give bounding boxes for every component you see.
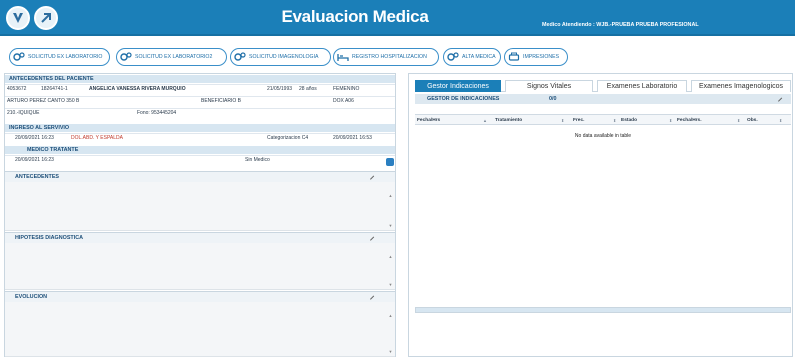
scroll-up-icon[interactable]: ▲ xyxy=(388,255,393,259)
col-fecha[interactable]: Fecha/Hrs xyxy=(417,118,440,123)
lab-request-2-label: SOLICITUD EX LABORATORIO2 xyxy=(135,54,213,60)
patient-name: ANGELICA VANESSA RIVERA MURQUIO xyxy=(89,86,186,92)
sort-icon[interactable]: ⬍ xyxy=(613,118,616,123)
hipotesis-panel: HIPOTESIS DIAGNOSTICA ▲ ▼ xyxy=(5,232,395,290)
patient-row-1: 4053672 18264741-1 ANGELICA VANESSA RIVE… xyxy=(5,84,395,94)
scroll-down-icon[interactable]: ▼ xyxy=(388,350,393,354)
gears-icon xyxy=(447,52,459,61)
hospital-logo-icon xyxy=(34,6,58,30)
sort-icon[interactable]: ⬍ xyxy=(779,118,782,123)
orders-count: 0/0 xyxy=(549,96,557,102)
imaging-request-label: SOLICITUD IMAGENOLOGIA xyxy=(249,54,319,60)
hipotesis-header: HIPOTESIS DIAGNOSTICA xyxy=(5,233,395,243)
sort-icon[interactable]: ⬍ xyxy=(669,118,672,123)
pencil-icon[interactable] xyxy=(369,174,375,180)
patient-sex: FEMENINO xyxy=(333,86,360,92)
antecedentes-header: ANTECEDENTES xyxy=(5,172,395,182)
admission-header: INGRESO AL SERVIVIO xyxy=(5,124,395,132)
hipotesis-title: HIPOTESIS DIAGNOSTICA xyxy=(15,235,83,241)
print-label: IMPRESIONES xyxy=(523,54,560,60)
top-header: Evaluacion Medica Medico Atendiendo : WJ… xyxy=(0,0,795,36)
evolucion-scrollbar[interactable]: ▲ ▼ xyxy=(388,314,393,354)
tab-examenes-laboratorio[interactable]: Examenes Laboratorio xyxy=(597,80,687,92)
col-estado[interactable]: Estado xyxy=(621,118,637,123)
patient-row-3: 210.-IQUIQUE Fono: 953445204 xyxy=(5,108,395,118)
pencil-icon[interactable] xyxy=(369,294,375,300)
patient-city: 210.-IQUIQUE xyxy=(7,110,40,116)
tab-examenes-imagenologicos[interactable]: Examenes Imagenologicos xyxy=(691,80,791,92)
lab-request-button[interactable]: SOLICITUD EX LABORATORIO xyxy=(9,48,110,66)
sort-icon[interactable]: ⬍ xyxy=(561,118,564,123)
orders-manager-header: GESTOR DE INDICACIONES 0/0 xyxy=(415,94,791,104)
gears-icon xyxy=(13,52,25,61)
physician-name: Sin Medico xyxy=(245,157,270,163)
evolucion-title: EVOLUCION xyxy=(15,294,48,300)
patient-phone: Fono: 953445204 xyxy=(137,110,177,116)
admission-row: 20/09/2021 16:23 DOL.ABD. Y ESPALDA Cate… xyxy=(5,133,395,143)
admission-date: 20/09/2021 16:23 xyxy=(15,135,54,141)
patient-row-2: ARTURO PEREZ CANTO 350 B BENEFICIARIO B … xyxy=(5,96,395,106)
triage-category: Categorizacion C4 xyxy=(267,135,309,141)
hospitalization-label: REGISTRO HOSPITALIZACION xyxy=(352,54,427,60)
orders-table-header: Fecha/Hrs ▲ Tratamiento ⬍ Frec. ⬍ Estado… xyxy=(415,114,791,125)
hospitalization-button[interactable]: REGISTRO HOSPITALIZACION xyxy=(333,48,439,66)
discharge-button[interactable]: ALTA MEDICA xyxy=(443,48,501,66)
orders-manager-title: GESTOR DE INDICACIONES xyxy=(427,96,500,102)
triage-date: 20/09/2021 16:53 xyxy=(333,135,372,141)
attending-doctor-label: Medico Atendiendo : WJB.-PRUEBA PRUEBA P… xyxy=(542,22,699,28)
evolucion-textarea[interactable]: ▲ ▼ xyxy=(5,302,395,357)
discharge-label: ALTA MEDICA xyxy=(462,54,496,60)
attending-physician-header: MEDICO TRATANTE xyxy=(5,146,395,154)
table-footer xyxy=(415,307,791,313)
col-fecha-hrs[interactable]: Fecha/Hrs. xyxy=(677,118,702,123)
patient-id: 4053672 xyxy=(7,86,27,92)
antecedentes-panel: ANTECEDENTES ▲ ▼ xyxy=(5,171,395,231)
pencil-icon[interactable] xyxy=(369,235,375,241)
col-frecuencia[interactable]: Frec. xyxy=(573,118,584,123)
patient-birthdate: 21/05/1993 xyxy=(267,86,293,92)
orders-tabs: Gestor Indicaciones Signos Vitales Exame… xyxy=(415,80,791,92)
physician-date: 20/09/2021 16:23 xyxy=(15,157,54,163)
patient-box: DOX A06 xyxy=(333,98,354,104)
orders-panel: Gestor Indicaciones Signos Vitales Exame… xyxy=(408,73,793,357)
evolucion-panel: EVOLUCION ▲ ▼ xyxy=(5,291,395,357)
bed-icon xyxy=(337,54,349,61)
attending-physician-row: 20/09/2021 16:23 Sin Medico xyxy=(5,155,395,165)
pencil-icon[interactable] xyxy=(777,96,783,102)
patient-history-header: ANTECEDENTES DEL PACIENTE xyxy=(5,75,395,83)
scroll-up-icon[interactable]: ▲ xyxy=(388,194,393,198)
institution-logo-icon xyxy=(6,6,30,30)
col-obs[interactable]: Obs. xyxy=(747,118,758,123)
hipotesis-scrollbar[interactable]: ▲ ▼ xyxy=(388,255,393,287)
patient-address: ARTURO PEREZ CANTO 350 B xyxy=(7,98,80,104)
gears-icon xyxy=(120,52,132,61)
scroll-down-icon[interactable]: ▼ xyxy=(388,224,393,228)
col-tratamiento[interactable]: Tratamiento xyxy=(495,118,522,123)
antecedentes-scrollbar[interactable]: ▲ ▼ xyxy=(388,194,393,228)
patient-rut: 18264741-1 xyxy=(41,86,68,92)
sort-icon[interactable]: ⬍ xyxy=(737,118,740,123)
antecedentes-textarea[interactable]: ▲ ▼ xyxy=(5,182,395,231)
page-title: Evaluacion Medica xyxy=(281,7,429,26)
gears-icon xyxy=(234,52,246,61)
antecedentes-title: ANTECEDENTES xyxy=(15,174,60,180)
imaging-request-button[interactable]: SOLICITUD IMAGENOLOGIA xyxy=(230,48,331,66)
tab-signos-vitales[interactable]: Signos Vitales xyxy=(505,80,593,92)
patient-age: 28 años xyxy=(299,86,317,92)
patient-beneficiary: BENEFICIARIO B xyxy=(201,98,242,104)
tab-gestor-indicaciones[interactable]: Gestor Indicaciones xyxy=(415,80,501,92)
scroll-down-icon[interactable]: ▼ xyxy=(388,283,393,287)
admission-reason: DOL.ABD. Y ESPALDA xyxy=(71,135,123,141)
print-button[interactable]: IMPRESIONES xyxy=(504,48,568,66)
patient-panel: ANTECEDENTES DEL PACIENTE 4053672 182647… xyxy=(4,73,396,357)
physician-edit-icon[interactable] xyxy=(386,158,394,166)
hipotesis-textarea[interactable]: ▲ ▼ xyxy=(5,243,395,290)
lab-request-2-button[interactable]: SOLICITUD EX LABORATORIO2 xyxy=(116,48,227,66)
empty-table-message: No data available in table xyxy=(574,133,632,139)
evolucion-header: EVOLUCION xyxy=(5,292,395,302)
printer-icon xyxy=(508,52,520,61)
lab-request-label: SOLICITUD EX LABORATORIO xyxy=(28,54,103,60)
sort-icon[interactable]: ▲ xyxy=(483,118,487,123)
scroll-up-icon[interactable]: ▲ xyxy=(388,314,393,318)
